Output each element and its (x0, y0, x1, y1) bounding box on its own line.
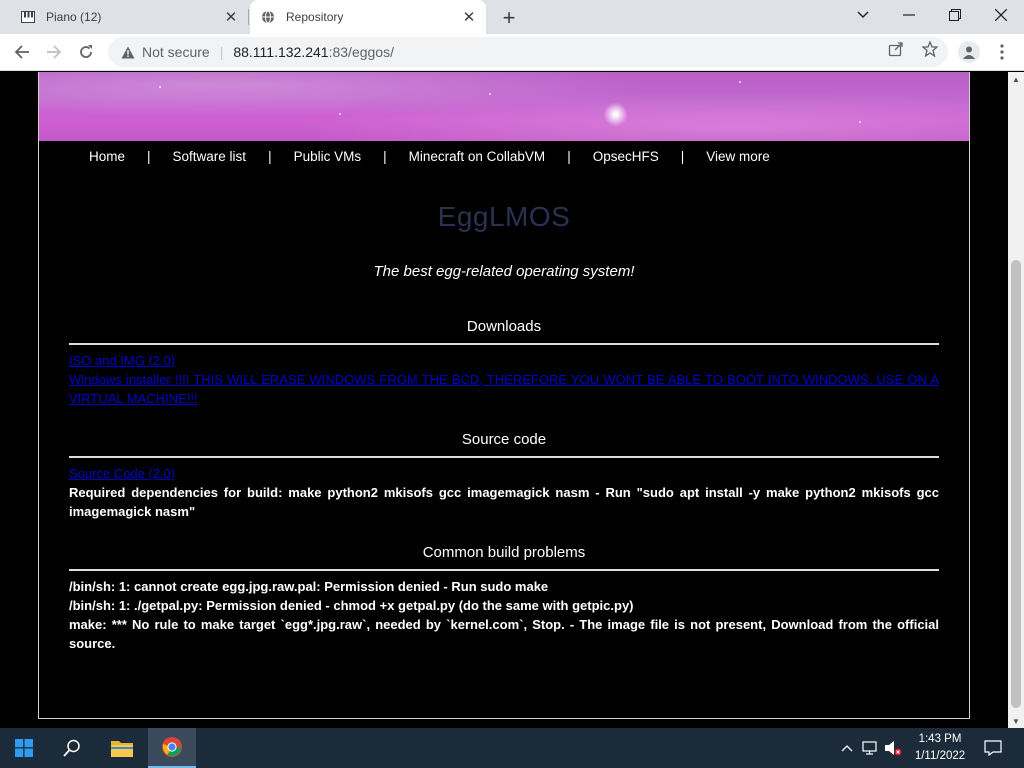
tab-divider (248, 9, 249, 25)
nav-separator: | (567, 148, 571, 164)
piano-icon (20, 9, 36, 25)
nav-separator: | (680, 148, 685, 164)
section-body: /bin/sh: 1: cannot create egg.jpg.raw.pa… (69, 577, 939, 653)
tab-strip: Piano (12) ✕ Repository ✕ + (0, 0, 1024, 34)
clock-time: 1:43 PM (918, 733, 962, 745)
banner-star (489, 93, 491, 95)
section-heading: Downloads (69, 318, 939, 345)
problem-line: make: *** No rule to make target `egg*.j… (69, 617, 939, 651)
banner-star (339, 113, 341, 115)
header-banner-image (39, 72, 969, 141)
problem-line: /bin/sh: 1: cannot create egg.jpg.raw.pa… (69, 579, 549, 594)
source-code-link[interactable]: Source Code (2.0) (69, 464, 939, 483)
section-heading: Common build problems (69, 544, 939, 571)
tab-repository[interactable]: Repository ✕ (250, 0, 486, 34)
nav-separator: | (147, 148, 151, 164)
section-body: Source Code (2.0) Required dependencies … (69, 464, 939, 521)
windows-installer-link[interactable]: Windows installer !!!! THIS WILL ERASE W… (69, 370, 939, 408)
tab-title: Piano (12) (46, 10, 102, 24)
profile-avatar-icon[interactable] (958, 41, 980, 63)
nav-link-view-more[interactable]: View more (706, 149, 770, 164)
problem-line: /bin/sh: 1: ./getpal.py: Permission deni… (69, 598, 634, 613)
section-heading: Source code (69, 431, 939, 458)
volume-muted-icon[interactable] (882, 728, 904, 768)
url-divider: | (219, 44, 224, 60)
nav-link-opsechfs[interactable]: OpsecHFS (593, 149, 659, 164)
nav-link-software-list[interactable]: Software list (173, 149, 247, 164)
site-navigation: Home | Software list | Public VMs | Mine… (39, 141, 969, 171)
browser-toolbar: Not secure | 88.111.132.241:83/eggos/ (0, 34, 1024, 71)
page-tagline: The best egg-related operating system! (373, 263, 635, 280)
tab-piano[interactable]: Piano (12) ✕ (8, 0, 248, 34)
dependencies-text: Required dependencies for build: make py… (69, 485, 939, 519)
close-icon[interactable]: ✕ (220, 6, 242, 28)
banner-star (739, 81, 741, 83)
restore-button[interactable] (932, 0, 978, 30)
source-code-section: Source code Source Code (2.0) Required d… (69, 431, 939, 521)
reload-button[interactable] (72, 38, 100, 66)
nav-separator: | (268, 148, 272, 164)
banner-star (859, 121, 861, 123)
new-tab-button[interactable]: + (496, 5, 522, 31)
address-bar[interactable]: Not secure | 88.111.132.241:83/eggos/ (108, 37, 948, 67)
network-icon[interactable] (860, 728, 882, 768)
kebab-menu-icon[interactable] (994, 40, 1010, 64)
notifications-icon[interactable] (978, 728, 1008, 768)
search-icon[interactable] (48, 728, 96, 768)
share-icon[interactable] (888, 41, 904, 57)
url-host: 88.111.132.241 (233, 44, 329, 60)
nav-separator: | (383, 148, 387, 164)
scrollbar-thumb[interactable] (1011, 260, 1021, 708)
minimize-button[interactable] (886, 0, 932, 30)
chevron-up-icon[interactable] (836, 728, 858, 768)
vertical-scrollbar[interactable]: ▲ ▼ (1008, 72, 1024, 728)
clock-date: 1/11/2022 (914, 750, 966, 762)
nav-link-minecraft[interactable]: Minecraft on CollabVM (409, 149, 546, 164)
page-viewport: Home | Software list | Public VMs | Mine… (0, 72, 1008, 728)
scroll-down-arrow-icon[interactable]: ▼ (1008, 714, 1024, 728)
build-problems-section: Common build problems /bin/sh: 1: cannot… (69, 544, 939, 653)
tab-title: Repository (286, 10, 344, 24)
bookmark-star-icon[interactable] (922, 41, 938, 57)
nav-link-home[interactable]: Home (89, 149, 125, 164)
tab-search-chevron-icon[interactable] (840, 0, 886, 30)
back-button[interactable] (8, 38, 36, 66)
close-icon[interactable]: ✕ (458, 6, 480, 28)
file-explorer-icon[interactable] (98, 728, 146, 768)
globe-icon (260, 9, 276, 25)
security-status[interactable]: Not secure (142, 44, 210, 60)
system-clock[interactable]: 1:43 PM 1/11/2022 (904, 731, 976, 765)
page-title: EggLMOS (437, 201, 571, 232)
windows-start-icon[interactable] (0, 728, 48, 768)
url-path: :83/eggos/ (328, 44, 394, 60)
nav-link-public-vms[interactable]: Public VMs (294, 149, 362, 164)
iso-img-download-link[interactable]: ISO and IMG (2.0) (69, 351, 939, 370)
scroll-up-arrow-icon[interactable]: ▲ (1008, 72, 1024, 86)
site-container: Home | Software list | Public VMs | Mine… (38, 72, 970, 719)
url-text[interactable]: 88.111.132.241:83/eggos/ (233, 44, 394, 60)
section-body: ISO and IMG (2.0) Windows installer !!!!… (69, 351, 939, 408)
warning-icon[interactable] (120, 44, 136, 60)
close-window-button[interactable] (978, 0, 1024, 30)
windows-taskbar: 1:43 PM 1/11/2022 (0, 728, 1024, 768)
banner-star (159, 86, 161, 88)
downloads-section: Downloads ISO and IMG (2.0) Windows inst… (69, 318, 939, 408)
chrome-taskbar-icon[interactable] (148, 728, 196, 768)
forward-button[interactable] (40, 38, 68, 66)
